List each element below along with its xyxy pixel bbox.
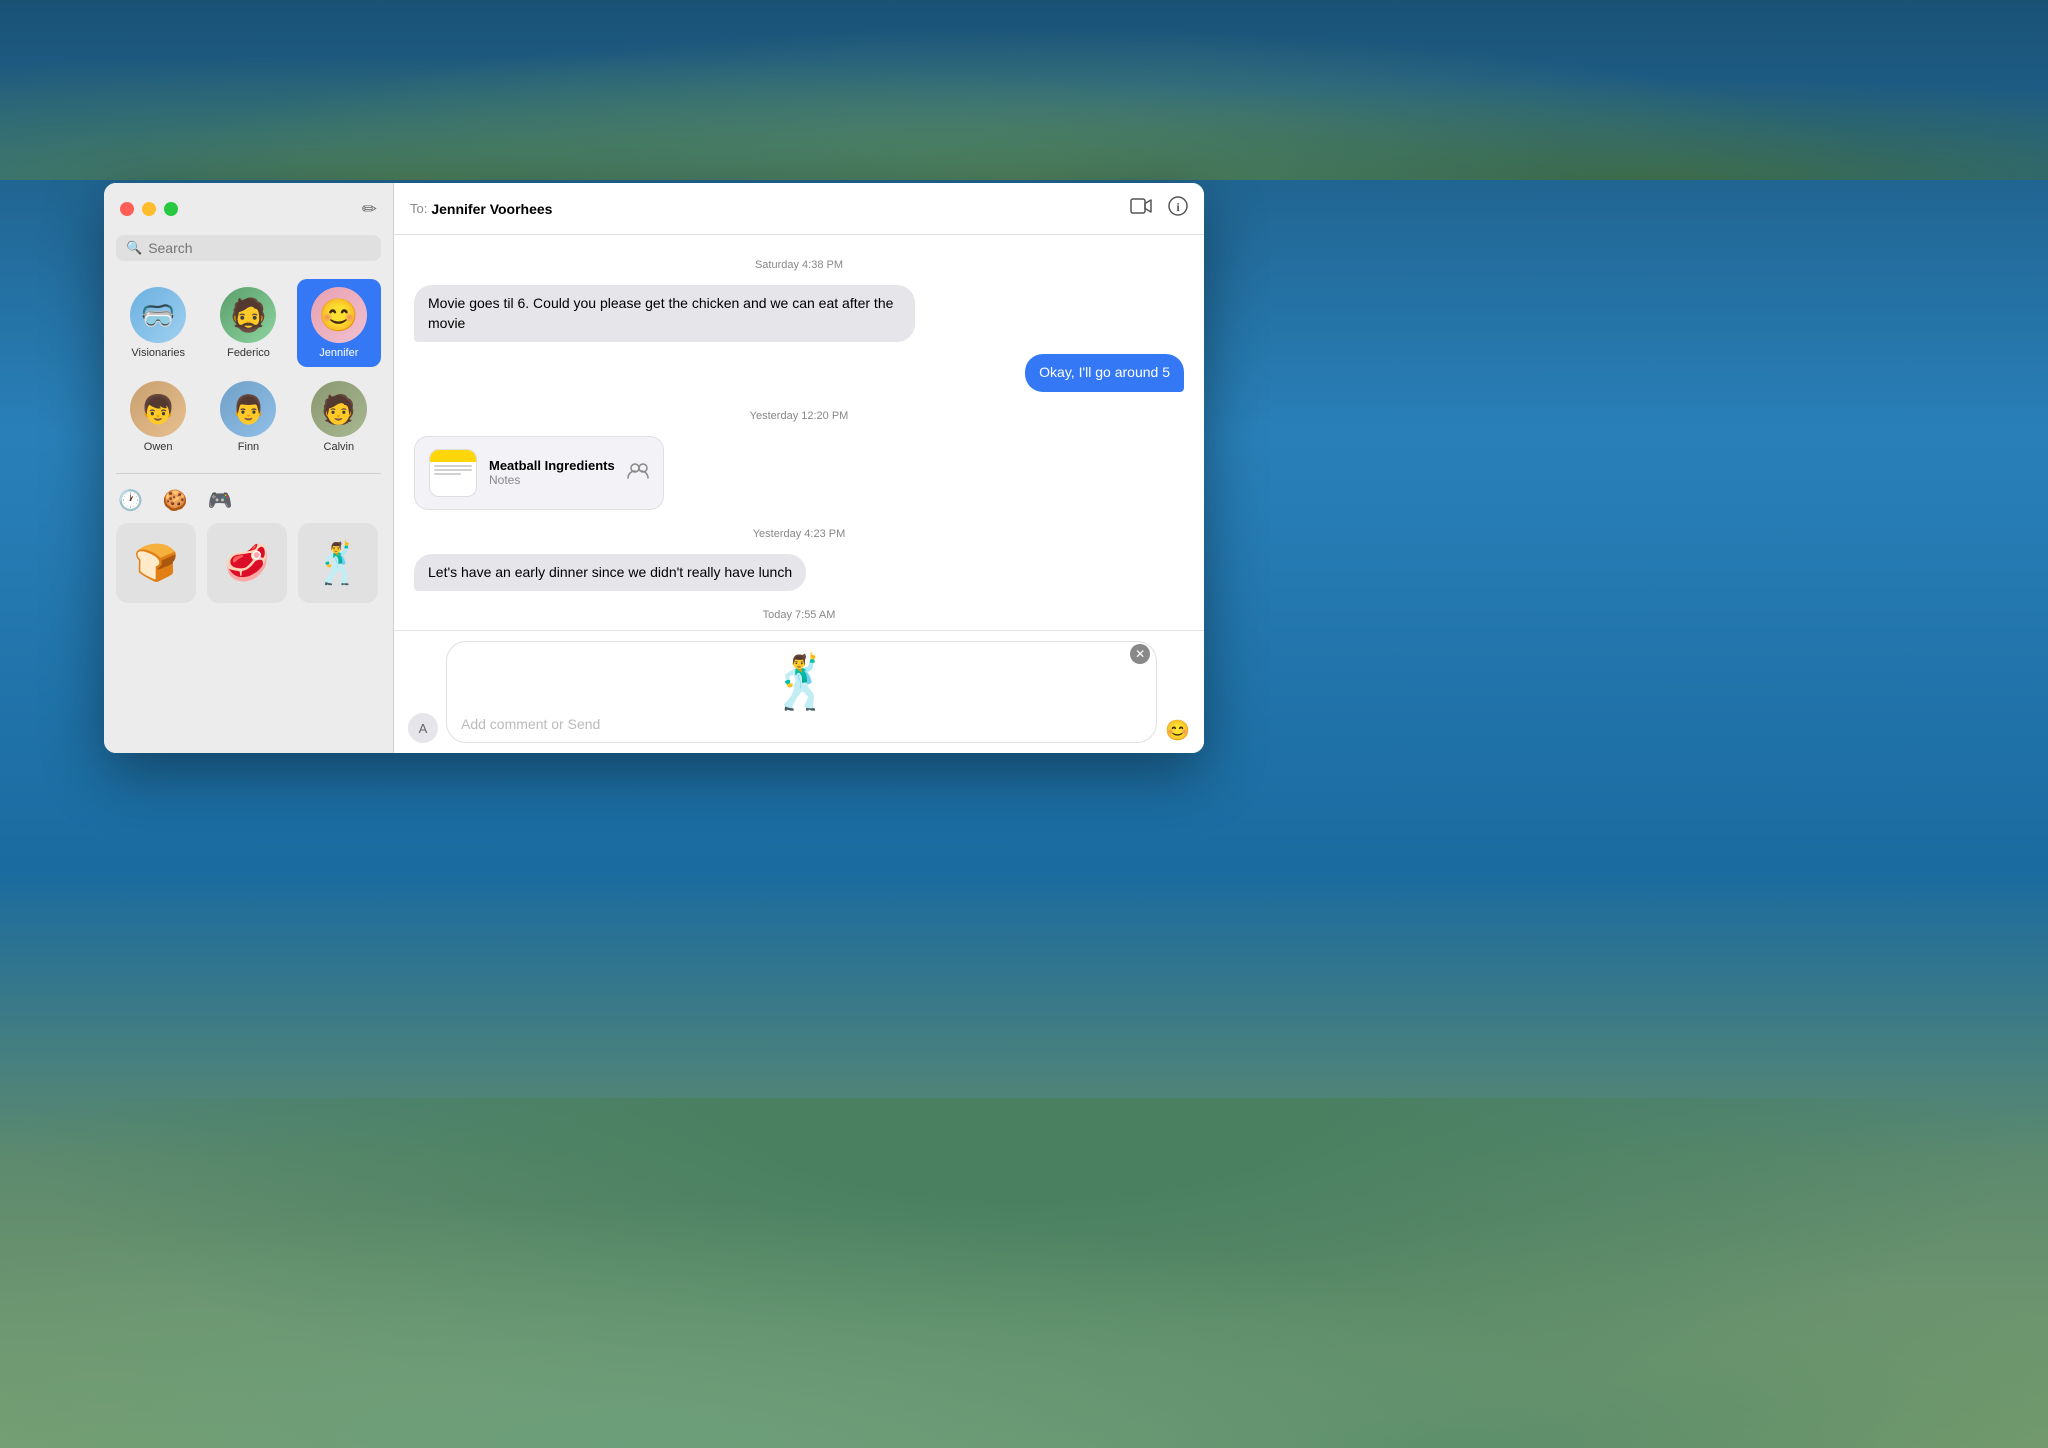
message-bubble-sent: Okay, I'll go around 5 xyxy=(1025,354,1184,392)
emoji-button[interactable]: 😊 xyxy=(1165,718,1190,743)
note-icon-lines xyxy=(430,462,476,496)
coral-bottom xyxy=(0,1098,2048,1448)
info-icon[interactable]: i xyxy=(1168,196,1188,221)
contact-item-federico[interactable]: 🧔 Federico xyxy=(206,279,290,367)
note-share-card[interactable]: Meatball Ingredients Notes xyxy=(414,436,664,510)
video-call-icon[interactable] xyxy=(1130,198,1152,219)
sticker-in-input: 🕺 ✕ xyxy=(461,652,1142,712)
contact-name-jennifer: Jennifer xyxy=(319,347,358,359)
message-row: Movie goes til 6. Could you please get t… xyxy=(414,285,1184,342)
avatar-jennifer: 😊 xyxy=(311,287,367,343)
note-line xyxy=(434,465,472,467)
contact-item-visionaries[interactable]: 🥽 Visionaries xyxy=(116,279,200,367)
messages-app-window: ✏ 🔍 🥽 Visionaries 🧔 Federico 😊 Jennifer xyxy=(104,183,1204,753)
sticker-tab-game[interactable]: 🎮 xyxy=(206,486,235,515)
contact-item-owen[interactable]: 👦 Owen xyxy=(116,373,200,461)
sticker-item-dancer[interactable]: 🕺 xyxy=(298,523,378,603)
contacts-grid: 🥽 Visionaries 🧔 Federico 😊 Jennifer 👦 Ow… xyxy=(104,271,393,469)
collaboration-icon xyxy=(627,461,649,484)
contact-name-federico: Federico xyxy=(227,347,270,359)
note-info: Meatball Ingredients Notes xyxy=(489,458,615,487)
messages-area[interactable]: Saturday 4:38 PM Movie goes til 6. Could… xyxy=(394,235,1204,630)
message-bubble-received-2: Let's have an early dinner since we didn… xyxy=(414,554,806,592)
chat-header: To: Jennifer Voorhees i xyxy=(394,183,1204,235)
sticker-section: 🕐 🍪 🎮 🍞 🥩 🕺 xyxy=(104,478,393,611)
note-icon-top xyxy=(430,450,476,462)
timestamp-yesterday-1220: Yesterday 12:20 PM xyxy=(414,410,1184,422)
sticker-tab-food[interactable]: 🍪 xyxy=(161,486,190,515)
sticker-grid: 🍞 🥩 🕺 xyxy=(116,523,381,603)
message-row: Okay, I'll go around 5 xyxy=(414,354,1184,392)
timestamp-saturday: Saturday 4:38 PM xyxy=(414,259,1184,271)
sticker-item-bread[interactable]: 🍞 xyxy=(116,523,196,603)
avatar-visionaries: 🥽 xyxy=(130,287,186,343)
contact-name-finn: Finn xyxy=(238,441,259,453)
ai-button[interactable]: A xyxy=(408,713,438,743)
compose-button[interactable]: ✏ xyxy=(362,199,377,220)
sidebar-titlebar: ✏ xyxy=(104,183,393,235)
message-row: Let's have an early dinner since we didn… xyxy=(414,554,1184,592)
contact-name-visionaries: Visionaries xyxy=(131,347,185,359)
contact-item-finn[interactable]: 👨 Finn xyxy=(206,373,290,461)
note-subtitle: Notes xyxy=(489,473,615,487)
contact-name-calvin: Calvin xyxy=(324,441,355,453)
coral-top xyxy=(0,0,2048,180)
timestamp-today: Today 7:55 AM xyxy=(414,609,1184,621)
search-input[interactable] xyxy=(148,240,371,256)
avatar-owen: 👦 xyxy=(130,381,186,437)
close-button[interactable] xyxy=(120,202,134,216)
contact-name-owen: Owen xyxy=(144,441,173,453)
note-line xyxy=(434,469,472,471)
note-line xyxy=(434,473,461,475)
input-placeholder: Add comment or Send xyxy=(461,716,1142,732)
note-title: Meatball Ingredients xyxy=(489,458,615,473)
traffic-lights xyxy=(120,202,178,216)
sticker-item-meat[interactable]: 🥩 xyxy=(207,523,287,603)
chat-input-area: A 🕺 ✕ Add comment or Send 😊 xyxy=(394,630,1204,753)
sticker-tab-recent[interactable]: 🕐 xyxy=(116,486,145,515)
chat-header-icons: i xyxy=(1130,196,1188,221)
chat-area: To: Jennifer Voorhees i Saturda xyxy=(394,183,1204,753)
svg-text:i: i xyxy=(1176,200,1180,214)
remove-sticker-button[interactable]: ✕ xyxy=(1130,644,1150,664)
contact-item-calvin[interactable]: 🧑 Calvin xyxy=(297,373,381,461)
search-bar[interactable]: 🔍 xyxy=(116,235,381,261)
divider xyxy=(116,473,381,474)
minimize-button[interactable] xyxy=(142,202,156,216)
sticker-tabs: 🕐 🍪 🎮 xyxy=(116,486,381,515)
message-input-box[interactable]: 🕺 ✕ Add comment or Send xyxy=(446,641,1157,743)
to-label: To: xyxy=(410,201,427,216)
avatar-federico: 🧔 xyxy=(220,287,276,343)
sidebar: ✏ 🔍 🥽 Visionaries 🧔 Federico 😊 Jennifer xyxy=(104,183,394,753)
message-bubble-received: Movie goes til 6. Could you please get t… xyxy=(414,285,915,342)
avatar-finn: 👨 xyxy=(220,381,276,437)
sticker-dancer: 🕺 xyxy=(769,652,834,713)
note-icon xyxy=(429,449,477,497)
timestamp-yesterday-423: Yesterday 4:23 PM xyxy=(414,528,1184,540)
message-row-note-share: Meatball Ingredients Notes xyxy=(414,436,1184,510)
maximize-button[interactable] xyxy=(164,202,178,216)
contact-item-jennifer[interactable]: 😊 Jennifer xyxy=(297,279,381,367)
search-icon: 🔍 xyxy=(126,240,142,256)
recipient-name: Jennifer Voorhees xyxy=(431,201,552,217)
avatar-calvin: 🧑 xyxy=(311,381,367,437)
